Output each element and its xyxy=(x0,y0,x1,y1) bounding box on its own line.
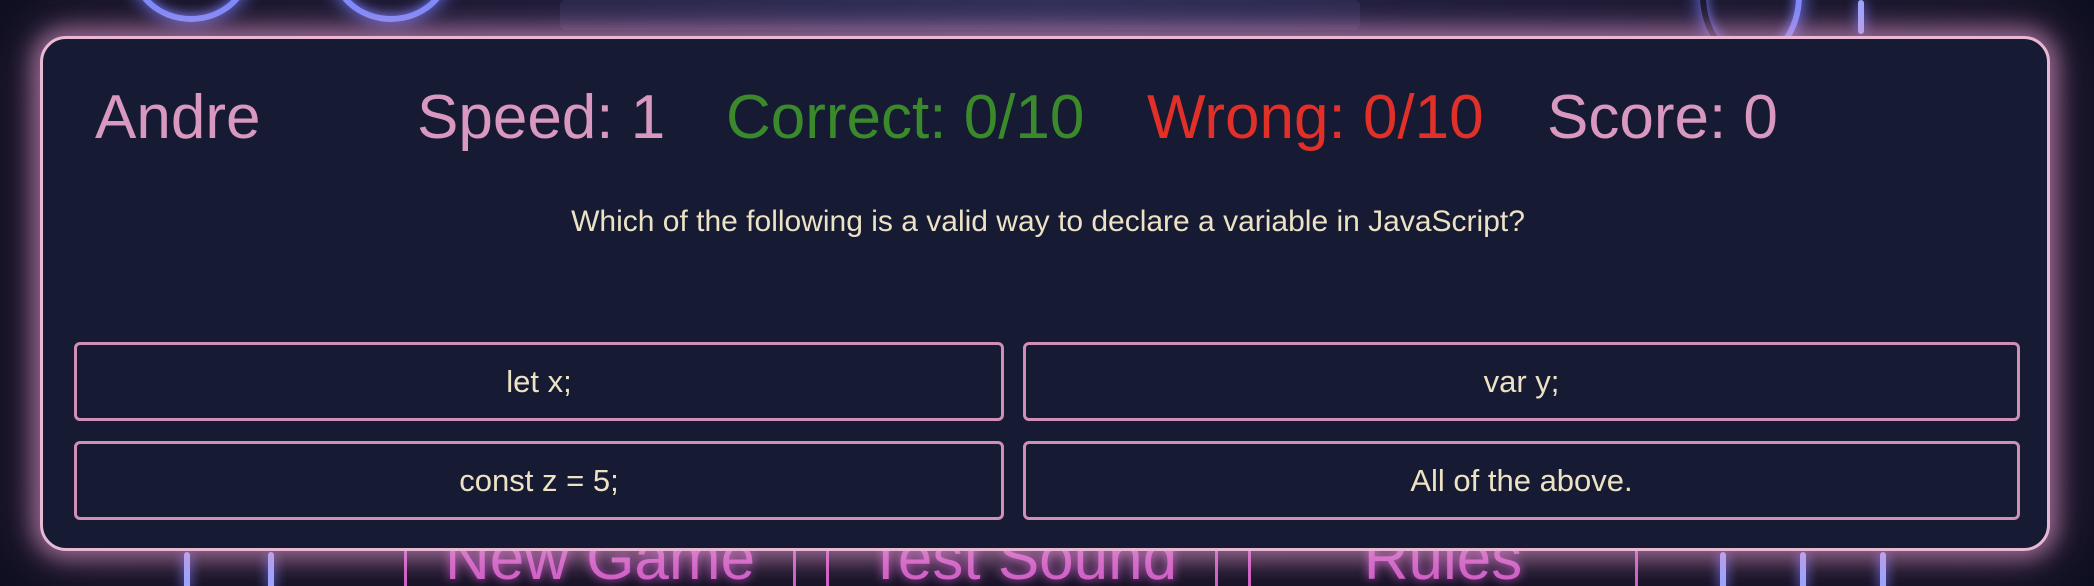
answer-option-4[interactable]: All of the above. xyxy=(1023,441,2020,520)
answer-option-1[interactable]: let x; xyxy=(74,342,1004,421)
neon-pillar-right xyxy=(1858,0,1864,34)
neon-pillar-left-2 xyxy=(268,552,274,586)
neon-pillar-left-1 xyxy=(184,552,190,586)
score-counter: Score: 0 xyxy=(1547,83,1778,152)
speed-indicator: Speed: 1 xyxy=(417,83,666,152)
neon-arc-left xyxy=(130,0,252,22)
neon-pillar-right-1 xyxy=(1720,552,1726,586)
neon-pillar-right-2 xyxy=(1800,552,1806,586)
neon-pillar-right-3 xyxy=(1880,552,1886,586)
correct-counter: Correct: 0/10 xyxy=(726,83,1085,152)
quiz-panel: Andre Speed: 1 Correct: 0/10 Wrong: 0/10… xyxy=(40,36,2050,551)
neon-arc-center xyxy=(330,0,452,22)
question-text: Which of the following is a valid way to… xyxy=(571,205,1525,238)
wrong-counter: Wrong: 0/10 xyxy=(1147,83,1484,152)
player-name: Andre xyxy=(95,83,261,152)
answer-option-3[interactable]: const z = 5; xyxy=(74,441,1004,520)
answer-option-2[interactable]: var y; xyxy=(1023,342,2020,421)
background-glow-top xyxy=(560,0,1360,30)
